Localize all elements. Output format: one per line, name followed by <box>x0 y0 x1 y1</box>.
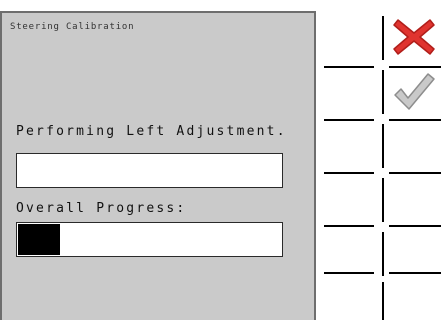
divider <box>389 225 441 227</box>
divider <box>324 119 374 121</box>
overall-progress-bar <box>16 222 283 257</box>
divider <box>389 272 441 274</box>
accept-button[interactable] <box>387 68 441 114</box>
divider <box>324 225 374 227</box>
steering-calibration-dialog: Steering Calibration Performing Left Adj… <box>0 11 316 320</box>
status-text: Performing Left Adjustment. <box>16 124 287 139</box>
checkmark-icon <box>394 73 435 110</box>
progress-fill <box>18 224 60 255</box>
status-field <box>16 153 283 188</box>
divider <box>389 172 441 174</box>
divider <box>382 178 384 222</box>
dialog-title: Steering Calibration <box>10 22 135 32</box>
close-icon <box>393 19 435 55</box>
divider <box>324 172 374 174</box>
divider <box>324 272 374 274</box>
divider <box>324 66 374 68</box>
divider <box>382 70 384 114</box>
calibration-screen: Steering Calibration Performing Left Adj… <box>0 0 441 320</box>
divider <box>389 119 441 121</box>
divider <box>382 232 384 276</box>
divider <box>382 124 384 168</box>
divider <box>382 16 384 60</box>
cancel-button[interactable] <box>387 14 441 60</box>
progress-label: Overall Progress: <box>16 201 187 216</box>
divider <box>382 282 384 320</box>
